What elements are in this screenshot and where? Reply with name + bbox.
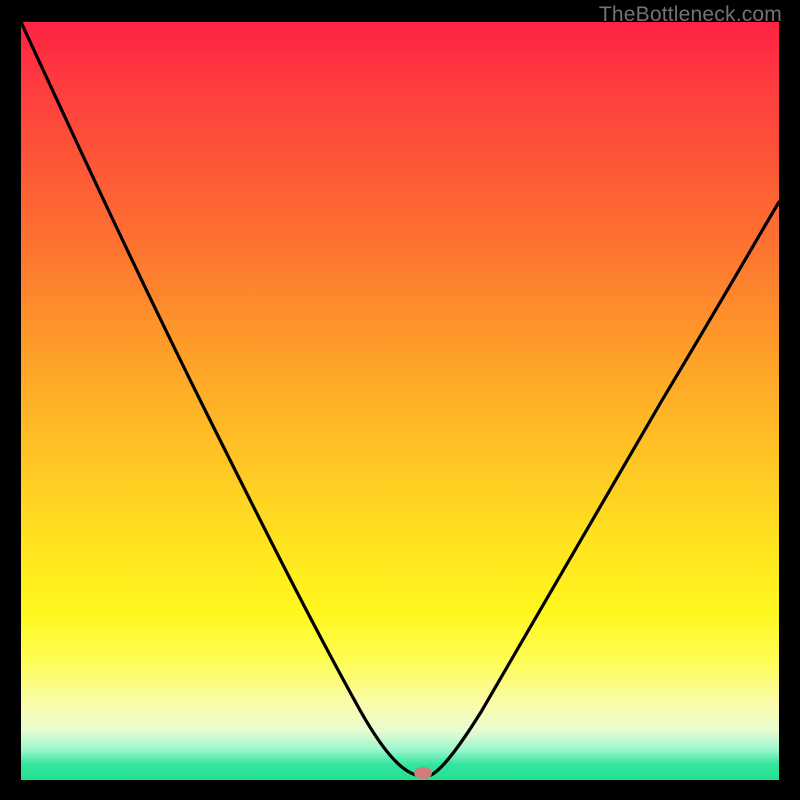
chart-frame: TheBottleneck.com bbox=[0, 0, 800, 800]
plot-area bbox=[21, 22, 779, 780]
curve-path bbox=[21, 22, 779, 775]
bottleneck-curve bbox=[21, 22, 779, 780]
optimal-point-marker bbox=[414, 767, 432, 779]
